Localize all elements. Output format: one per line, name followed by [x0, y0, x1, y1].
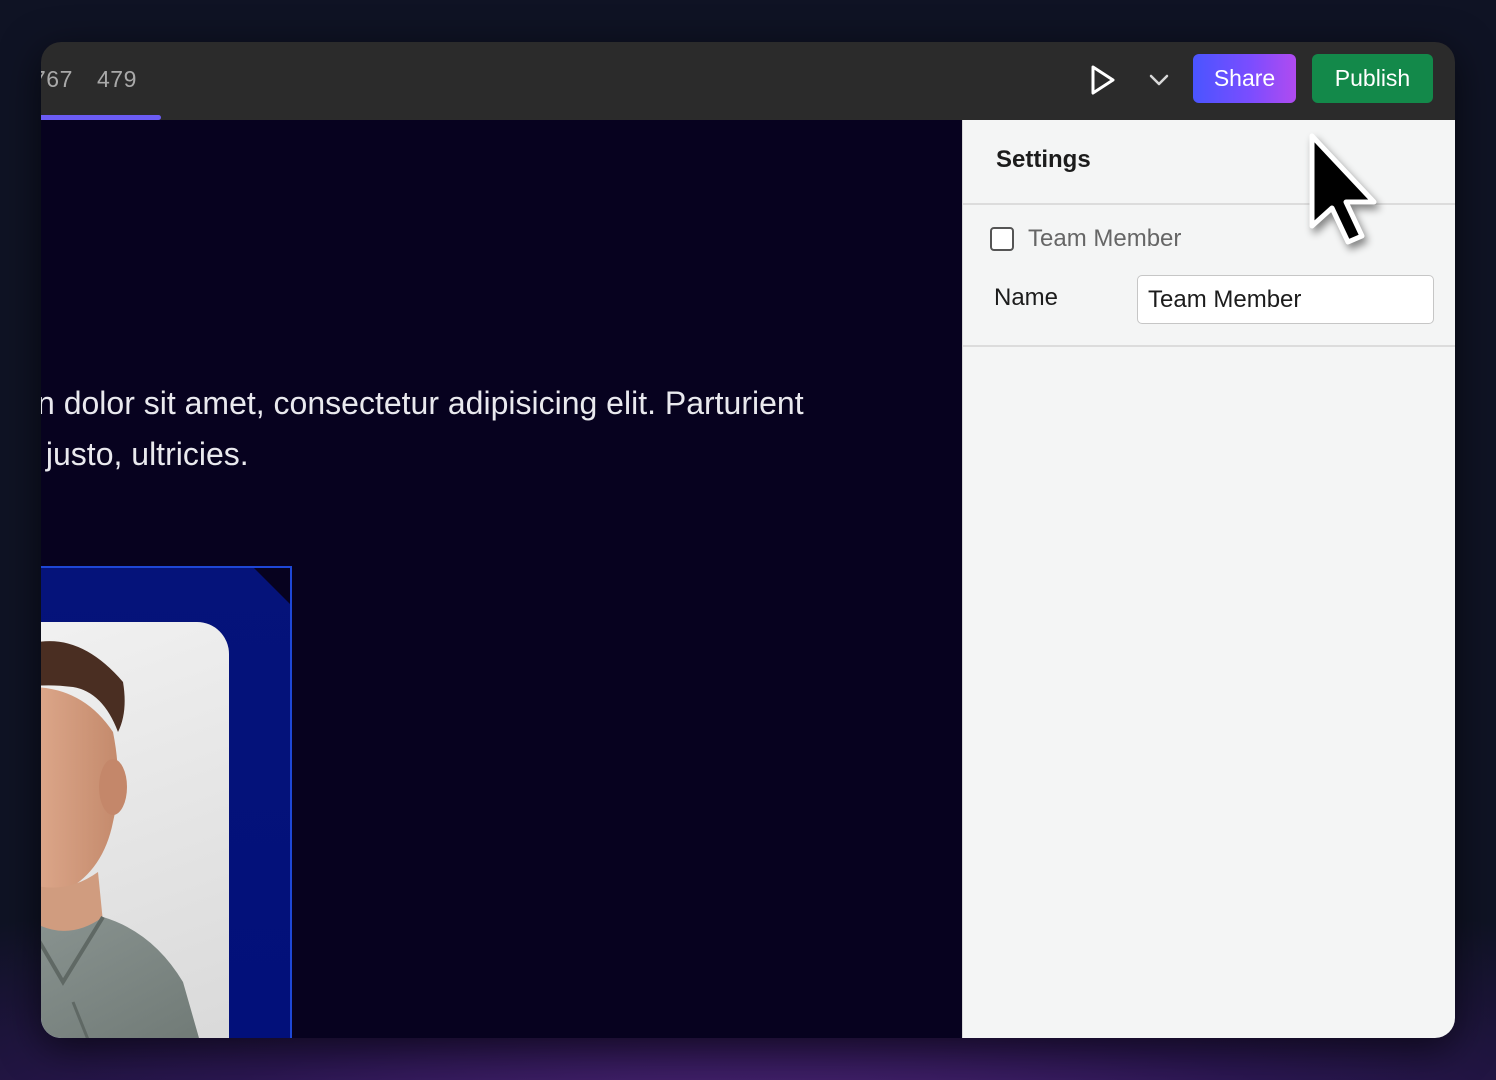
breakpoint-tab-767[interactable]: 767 [41, 66, 73, 93]
publish-button[interactable]: Publish [1312, 54, 1433, 103]
play-icon [1091, 65, 1115, 95]
app-window: 767 479 Share Publish n dolor sit amet, … [41, 42, 1455, 1038]
checkbox[interactable] [990, 227, 1014, 251]
checkbox-label: Team Member [1028, 225, 1182, 252]
preview-options-button[interactable] [1143, 64, 1175, 96]
divider [963, 345, 1455, 347]
name-input[interactable] [1137, 275, 1434, 324]
breakpoint-tab-479[interactable]: 479 [97, 66, 137, 93]
person-portrait-image [41, 641, 199, 1038]
preview-button[interactable] [1085, 62, 1121, 98]
team-member-card[interactable] [41, 566, 292, 1038]
chevron-down-icon [1149, 74, 1169, 86]
share-button[interactable]: Share [1193, 54, 1296, 103]
divider [963, 203, 1455, 205]
design-canvas[interactable]: n dolor sit amet, consectetur adipisicin… [41, 120, 962, 1038]
toolbar: 767 479 Share Publish [41, 42, 1455, 120]
settings-title: Settings [996, 146, 1091, 173]
team-member-photo [41, 622, 229, 1038]
settings-panel: Settings Team Member Name [962, 120, 1455, 1038]
team-member-toggle[interactable]: Team Member [990, 222, 1181, 256]
card-corner-cutout [254, 568, 290, 604]
canvas-paragraph[interactable]: n dolor sit amet, consectetur adipisicin… [41, 378, 937, 480]
name-label: Name [994, 284, 1059, 311]
